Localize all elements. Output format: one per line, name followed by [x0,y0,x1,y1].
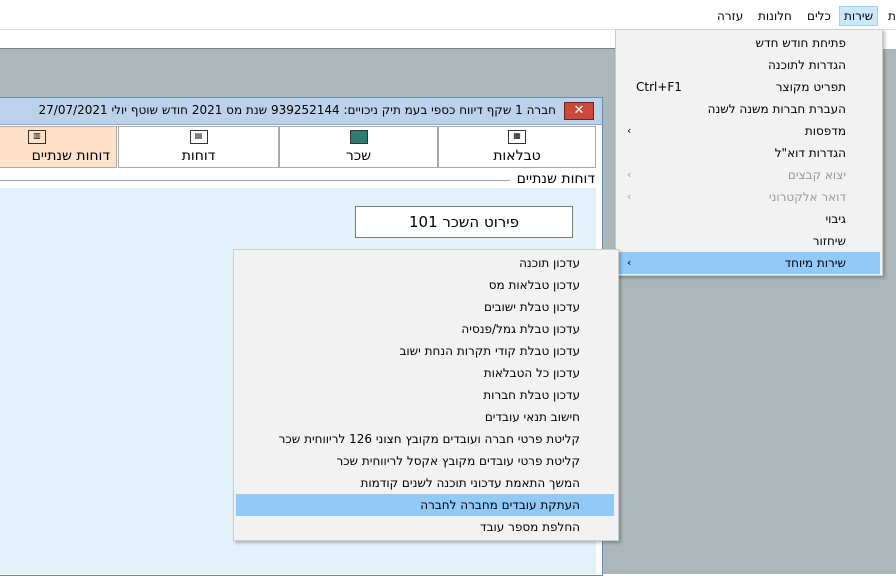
menu-item-label: גיבוי [825,212,846,226]
section-title: דוחות שנתיים [516,171,595,187]
child-titlebar: חברה 1 שקף דיווח כספי בעמ תיק ניכויים: 9… [0,98,602,125]
submenu-item-update-all-tables[interactable]: עדכון כל הטבלאות [236,362,614,384]
menu-item-transfer-companies[interactable]: העברת חברות משנה לשנה [618,98,880,120]
submenu-item-update-companies[interactable]: עדכון טבלת חברות [236,384,614,406]
menu-help[interactable]: עזרה [713,7,747,25]
menu-item-label: מדפסות [804,124,846,138]
menu-tools[interactable]: כלים [803,7,835,25]
submenu-item-label: עדכון טבלת גמל/פנסיה [461,322,580,336]
menu-windows[interactable]: חלונות [754,7,796,25]
submenu-item-label: עדכון טבלת חברות [483,388,580,402]
tab-bar: ▦ טבלאות שכר ▤ דוחות ▥ דוחות שנתיים [0,126,596,168]
submenu-item-label: עדכון תוכנה [519,256,580,270]
submenu-item-label: קליטת פרטי עובדים מקובץ אקסל לריווחית שכ… [336,454,580,468]
menu-item-label: שיחזור [812,234,846,248]
menu-item-new-month[interactable]: פתיחת חודש חדש [618,32,880,54]
tab-reports-label: דוחות [181,148,216,164]
menu-item-label: שירות מיוחד [784,256,846,270]
annual-report-icon: ▥ [28,130,46,144]
submenu-item-label: עדכון טבלת קודי תקרות הנחת ישוב [399,344,580,358]
submenu-item-label: עדכון טבלת ישובים [483,300,580,314]
submenu-item-update-pension[interactable]: עדכון טבלת גמל/פנסיה [236,318,614,340]
child-title-text: חברה 1 שקף דיווח כספי בעמ תיק ניכויים: 9… [38,103,556,117]
menu-item-backup[interactable]: גיבוי [618,208,880,230]
table-icon: ▦ [508,130,526,144]
menu-item-email: דואר אלקטרוני › [618,186,880,208]
report-icon: ▤ [189,130,208,144]
submenu-item-label: עדכון כל הטבלאות [483,366,580,380]
close-button[interactable]: ✕ [564,102,594,120]
submenu-item-import-126[interactable]: קליטת פרטי חברה ועובדים מקובץ חצוני 126 … [236,428,614,450]
submenu-item-update-settlements[interactable]: עדכון טבלת ישובים [236,296,614,318]
menu-item-email-settings[interactable]: הגדרות דוא"ל [618,142,880,164]
tab-salary-label: שכר [345,148,372,164]
chevron-right-icon: › [627,124,632,137]
menu-item-label: פתיחת חודש חדש [755,36,846,50]
submenu-item-label: החלפת מספר עובד [480,520,580,534]
submenu-item-update-settlement-codes[interactable]: עדכון טבלת קודי תקרות הנחת ישוב [236,340,614,362]
menu-item-label: דואר אלקטרוני [768,190,846,204]
menu-service[interactable]: שירות [839,6,879,26]
menu-item-short-menu[interactable]: תפריט מקוצר Ctrl+F1 [618,76,880,98]
shortcut-label: Ctrl+F1 [636,80,682,94]
menu-item-label: יצוא קבצים [787,168,846,182]
toolbar-strip [0,30,615,49]
chevron-right-icon: › [627,168,632,181]
menu-item-label: העברת חברות משנה לשנה [707,102,846,116]
submenu-item-update-tax-tables[interactable]: עדכון טבלאות מס [236,274,614,296]
chevron-right-icon: › [627,256,632,269]
submenu-item-label: המשך התאמת עדכוני תוכנה לשנים קודמות [360,476,580,490]
menu-item-restore[interactable]: שיחזור [618,230,880,252]
submenu-item-label: עדכון טבלאות מס [488,278,580,292]
menu-item-special-service[interactable]: שירות מיוחד › [618,252,880,274]
submenu-item-label: העתקת עובדים מחברה לחברה [420,498,580,512]
submenu-item-change-employee-number[interactable]: החלפת מספר עובד [236,516,614,538]
submenu-item-update-software[interactable]: עדכון תוכנה [236,252,614,274]
submenu-item-label: קליטת פרטי חברה ועובדים מקובץ חצוני 126 … [278,432,580,446]
menu-bar: ת שירות כלים חלונות עזרה [0,0,896,30]
section-divider [0,180,510,181]
menu-item-settings[interactable]: הגדרות לתוכנה [618,54,880,76]
menu-item-label: תפריט מקוצר [775,80,846,94]
tab-annual-reports[interactable]: ▥ דוחות שנתיים [0,126,117,168]
tab-tables-label: טבלאות [493,148,541,164]
payslip-101-button[interactable]: פירוט השכר 101 [355,206,573,238]
submenu-item-label: חישוב תנאי עובדים [484,410,580,424]
submenu-item-import-excel[interactable]: קליטת פרטי עובדים מקובץ אקסל לריווחית שכ… [236,450,614,472]
menu-item-export-files: יצוא קבצים › [618,164,880,186]
submenu-item-copy-employees[interactable]: העתקת עובדים מחברה לחברה [236,494,614,516]
menu-item-label: הגדרות דוא"ל [774,146,846,160]
calculator-icon [349,130,368,144]
menu-truncated[interactable]: ת [884,7,896,25]
chevron-right-icon: › [627,190,632,203]
submenu-item-calc-employee-terms[interactable]: חישוב תנאי עובדים [236,406,614,428]
menu-item-label: הגדרות לתוכנה [767,58,846,72]
tab-annual-reports-label: דוחות שנתיים [31,148,110,164]
tab-salary[interactable]: שכר [279,126,438,168]
tab-reports[interactable]: ▤ דוחות [118,126,279,168]
tab-tables[interactable]: ▦ טבלאות [438,126,596,168]
service-menu: פתיחת חודש חדש הגדרות לתוכנה תפריט מקוצר… [615,29,883,276]
menu-item-printers[interactable]: מדפסות › [618,120,880,142]
submenu-item-continue-updates[interactable]: המשך התאמת עדכוני תוכנה לשנים קודמות [236,472,614,494]
special-service-submenu: עדכון תוכנה עדכון טבלאות מס עדכון טבלת י… [233,249,619,541]
